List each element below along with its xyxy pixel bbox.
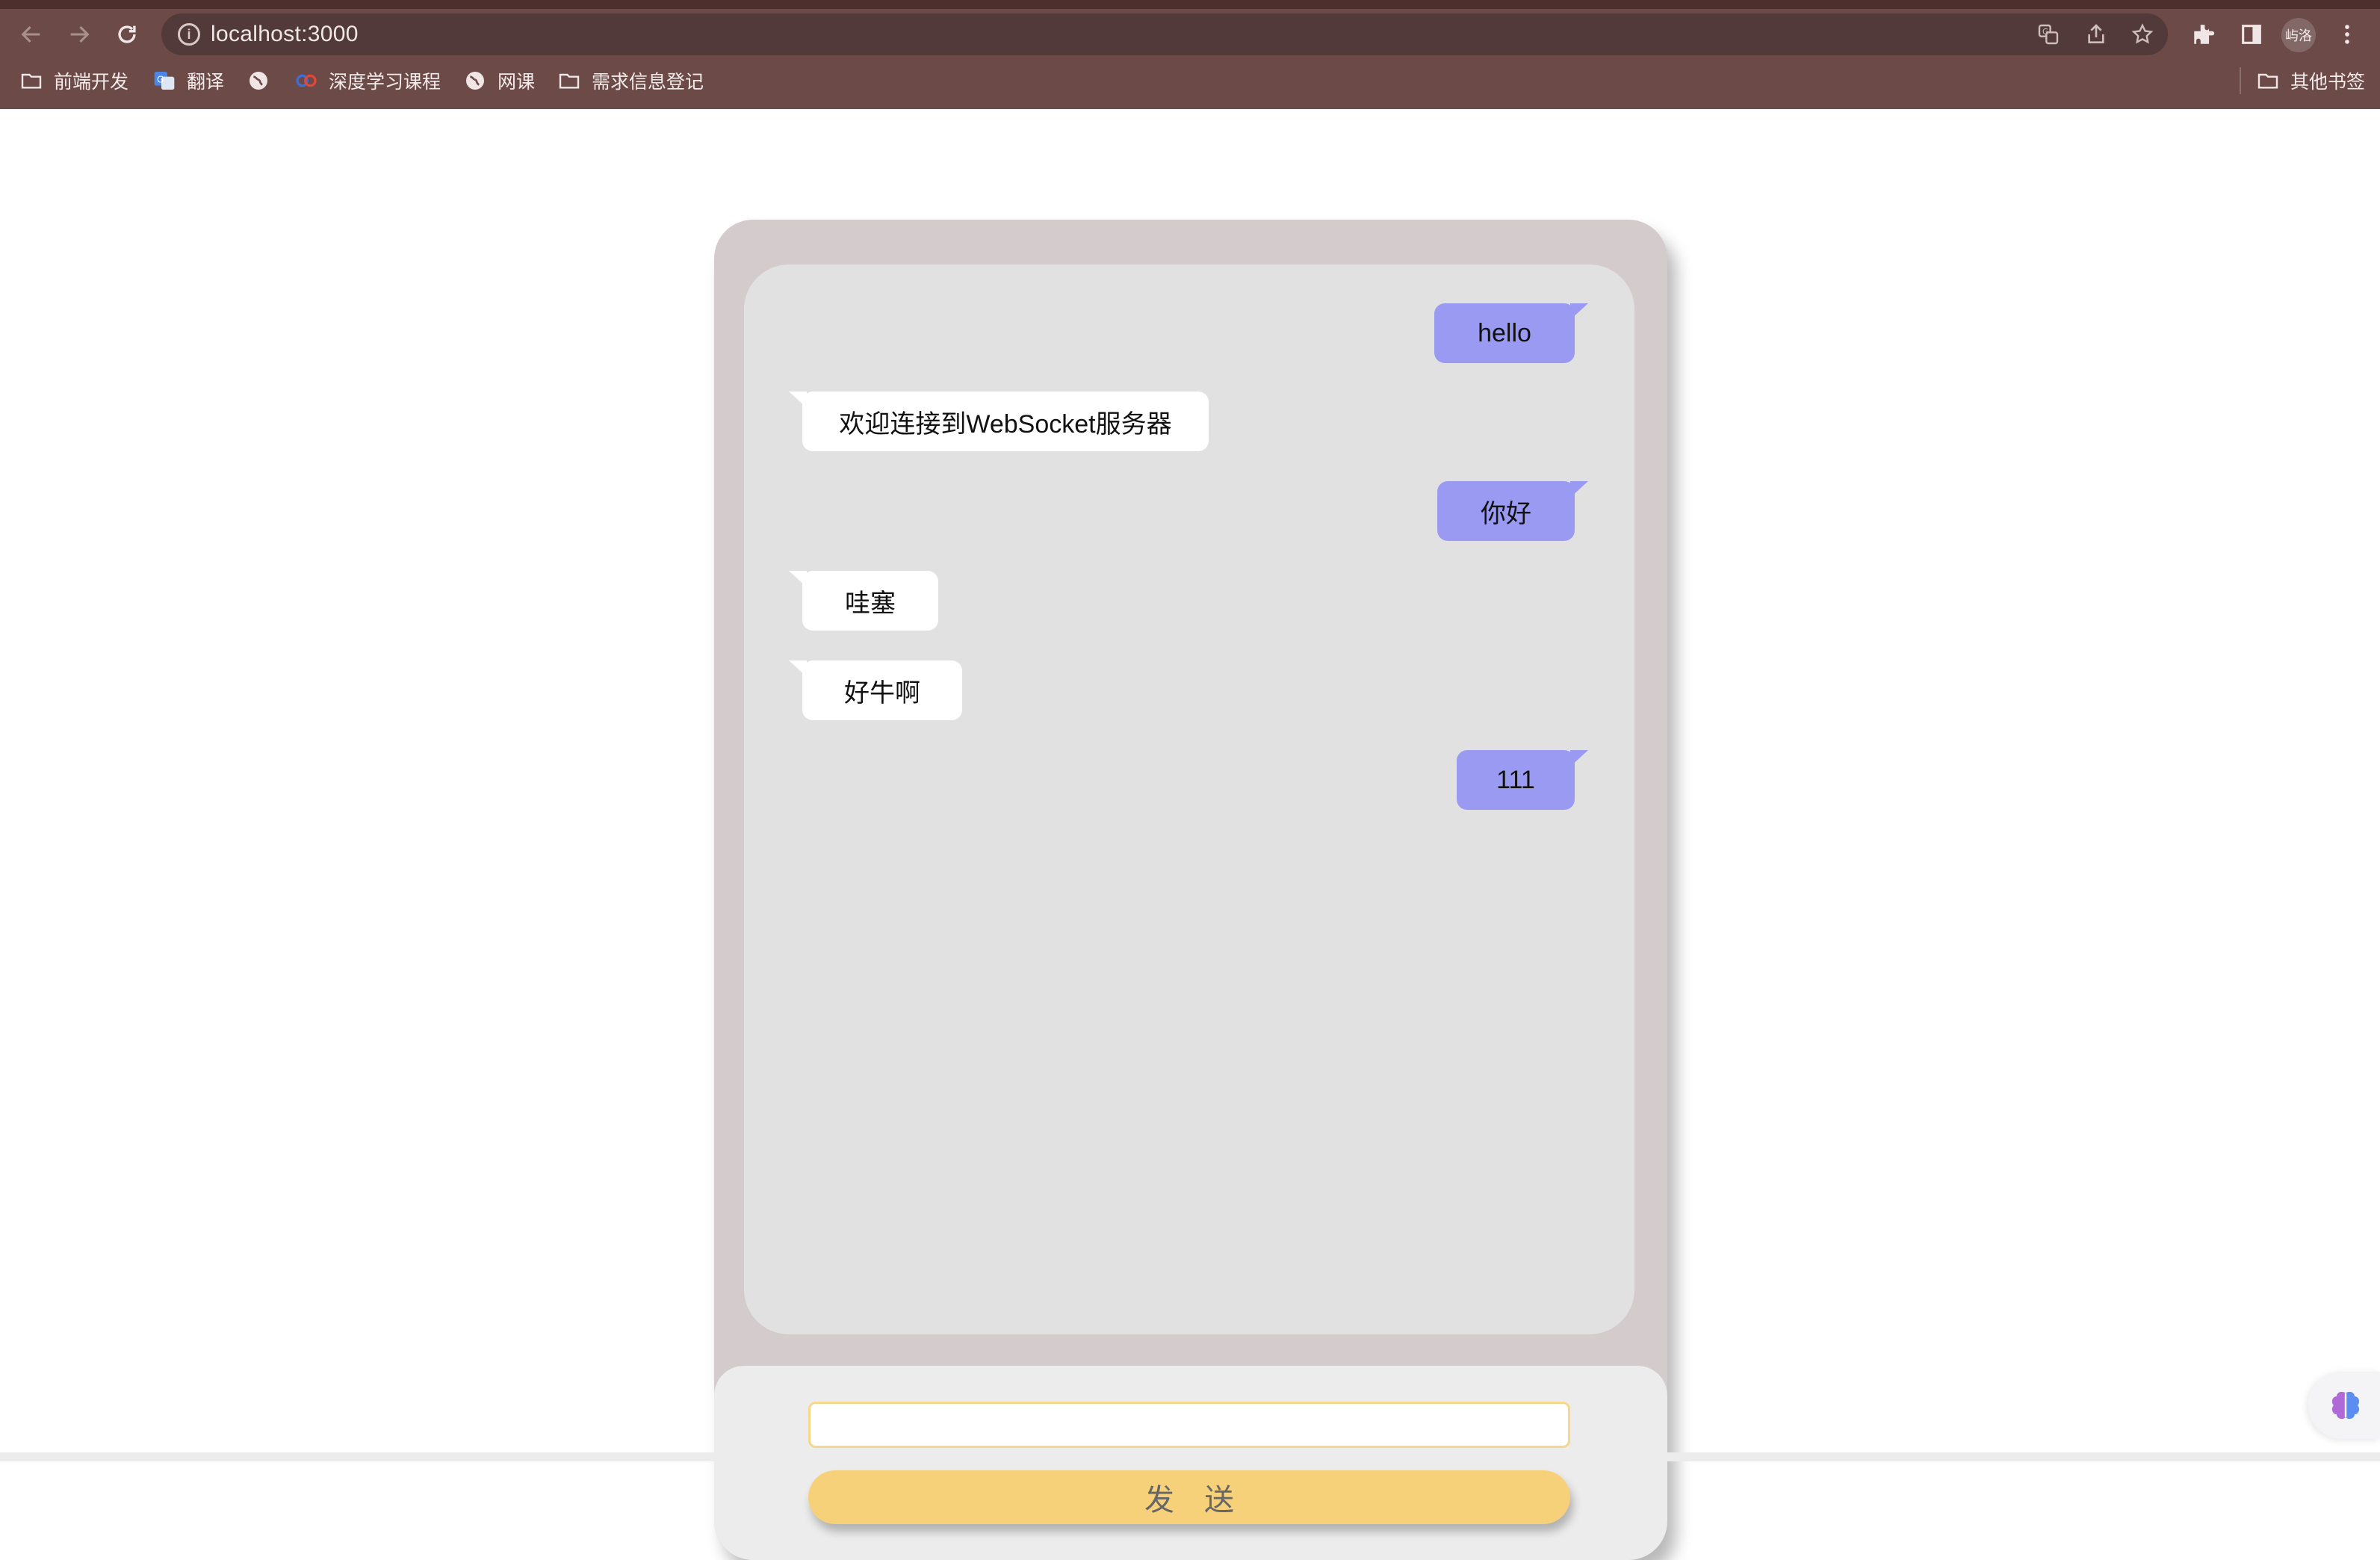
browser-chrome: i localhost:3000 G 屿洛 前端开发 G 翻译 深度学习课程 网… <box>0 0 2380 109</box>
arrow-left-icon <box>21 25 40 43</box>
google-translate-icon: G <box>154 72 175 90</box>
message-text: 好牛啊 <box>844 678 920 708</box>
more-menu-icon[interactable] <box>2329 16 2365 52</box>
message-bubble-outgoing: hello <box>1434 303 1588 363</box>
arrow-right-icon <box>70 25 90 43</box>
message-text: 欢迎连接到WebSocket服务器 <box>839 409 1172 439</box>
globe-icon <box>250 72 267 90</box>
bookmark-folder-other[interactable]: 其他书签 <box>2256 64 2365 97</box>
address-bar[interactable]: i localhost:3000 <box>161 13 2168 55</box>
folder-icon <box>2257 73 2278 89</box>
bookmarks-bar: 前端开发 G 翻译 深度学习课程 网课 需求信息登记 其他书签 <box>0 64 2380 97</box>
message-bubble-outgoing: 你好 <box>1437 481 1588 541</box>
message-list: hello 欢迎连接到WebSocket服务器 你好 哇塞 好牛啊 111 <box>744 264 1634 1334</box>
message-text: hello <box>1478 318 1531 347</box>
reload-button[interactable] <box>109 16 145 52</box>
message-text: 哇塞 <box>845 589 896 618</box>
bookmark-folder-requirements[interactable]: 需求信息登记 <box>557 64 704 97</box>
bookmark-label: 翻译 <box>187 72 225 93</box>
composer: 发送 <box>714 1366 1667 1560</box>
bookmarks-divider <box>2240 67 2241 94</box>
message-text: 111 <box>1496 765 1535 794</box>
bookmark-globe[interactable] <box>247 64 270 97</box>
bookmark-folder-frontend[interactable]: 前端开发 <box>19 64 128 97</box>
reload-icon <box>118 25 136 43</box>
share-icon[interactable] <box>2081 19 2111 49</box>
message-bubble-incoming: 哇塞 <box>789 571 938 631</box>
message-input[interactable] <box>808 1402 1570 1448</box>
message-bubble-incoming: 欢迎连接到WebSocket服务器 <box>789 391 1209 451</box>
taskbar-edge <box>0 1452 2380 1461</box>
course-logo-icon <box>296 74 317 87</box>
folder-icon <box>559 73 580 89</box>
bookmark-star-icon[interactable] <box>2128 19 2157 49</box>
globe-icon <box>466 72 484 90</box>
svg-text:G: G <box>157 75 164 85</box>
bookmark-online-course[interactable]: 网课 <box>463 64 535 97</box>
url-text: localhost:3000 <box>211 22 359 46</box>
extensions-icon[interactable] <box>2186 16 2222 52</box>
message-text: 你好 <box>1481 499 1531 528</box>
folder-icon <box>21 73 42 89</box>
bookmark-label: 网课 <box>498 72 536 93</box>
bookmark-label: 前端开发 <box>54 72 129 93</box>
bookmark-deep-learning[interactable]: 深度学习课程 <box>294 64 441 97</box>
site-info-icon[interactable]: i <box>178 23 200 46</box>
message-bubble-incoming: 好牛啊 <box>789 660 962 720</box>
side-panel-icon[interactable] <box>2234 16 2269 52</box>
bookmark-label: 需求信息登记 <box>592 72 704 93</box>
svg-text:G: G <box>2042 27 2048 37</box>
tab-strip <box>0 0 2380 9</box>
profile-avatar[interactable]: 屿洛 <box>2281 18 2316 52</box>
bookmark-label: 其他书签 <box>2290 72 2366 93</box>
brain-icon <box>2331 1391 2360 1420</box>
back-button[interactable] <box>13 16 49 52</box>
message-bubble-outgoing: 111 <box>1457 750 1588 810</box>
page-background: hello 欢迎连接到WebSocket服务器 你好 哇塞 好牛啊 111 发送 <box>0 109 2380 1560</box>
bookmark-translate[interactable]: G 翻译 <box>152 64 224 97</box>
translate-icon[interactable]: G <box>2033 19 2063 49</box>
send-button[interactable]: 发送 <box>808 1470 1570 1524</box>
floating-assistant-button[interactable] <box>2308 1372 2380 1439</box>
forward-button[interactable] <box>61 16 97 52</box>
bookmark-label: 深度学习课程 <box>329 72 441 93</box>
chat-window: hello 欢迎连接到WebSocket服务器 你好 哇塞 好牛啊 111 发送 <box>714 220 1667 1560</box>
